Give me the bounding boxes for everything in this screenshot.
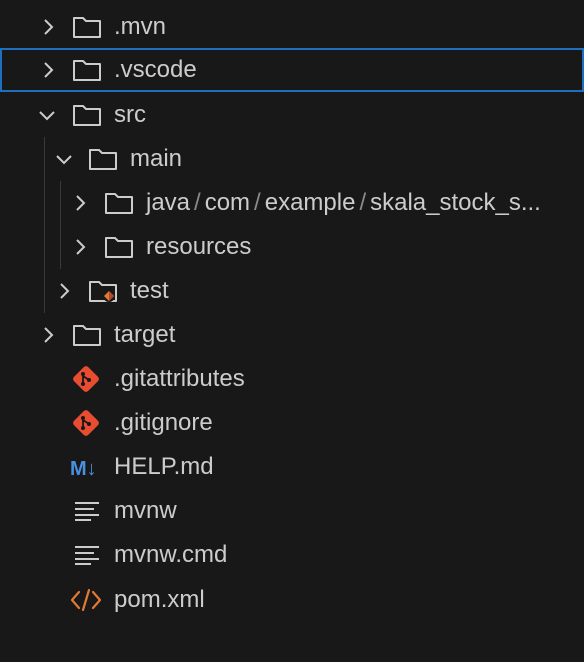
path-segment: skala_stock_s...	[370, 189, 541, 216]
folder-open-icon	[89, 149, 117, 170]
path-separator: /	[194, 189, 201, 216]
tree-item-gitignore[interactable]: .gitignore	[0, 401, 584, 445]
tree-item-mvnw[interactable]: mvnw	[0, 489, 584, 533]
tree-item-label: target	[114, 321, 176, 348]
tree-item-label: main	[130, 145, 183, 172]
chevron-right-icon[interactable]	[70, 193, 90, 213]
path-separator: /	[359, 189, 367, 216]
tree-item-label: java / com / example / skala_stock_s...	[146, 190, 541, 216]
folder-open-icon	[73, 105, 101, 126]
tree-item-src[interactable]: src	[0, 93, 584, 137]
text-file-icon	[75, 546, 99, 565]
tree-item-mvnw-cmd[interactable]: mvnw.cmd	[0, 533, 584, 577]
chevron-down-icon[interactable]	[54, 149, 74, 169]
git-icon	[73, 366, 99, 392]
path-segment: example	[264, 189, 356, 216]
tree-item-pom-xml[interactable]: pom.xml	[0, 578, 584, 622]
tree-item-target[interactable]: target	[0, 313, 584, 357]
chevron-right-icon[interactable]	[38, 17, 58, 37]
tree-item-label: .mvn	[114, 13, 167, 40]
folder-icon	[105, 193, 133, 214]
text-file-icon	[75, 502, 99, 521]
markdown-icon: M↓	[70, 458, 97, 480]
path-segment: java	[146, 189, 191, 216]
chevron-right-icon[interactable]	[38, 325, 58, 345]
tree-item-label: .gitignore	[114, 409, 213, 436]
tree-item-label: resources	[146, 233, 252, 260]
tree-item-label: pom.xml	[114, 586, 205, 613]
path-segment: com	[204, 189, 251, 216]
git-icon	[73, 410, 99, 436]
file-explorer: .mvn .vscode src main java / com / example / s…	[0, 0, 584, 662]
test-folder-icon	[89, 281, 117, 302]
chevron-down-icon[interactable]	[37, 105, 57, 125]
tree-item-label: mvnw.cmd	[114, 541, 228, 568]
tree-item-vscode[interactable]: .vscode	[0, 48, 584, 92]
folder-icon	[73, 325, 101, 346]
tree-item-label: .vscode	[114, 56, 197, 83]
folder-icon	[73, 60, 101, 81]
chevron-right-icon[interactable]	[54, 281, 74, 301]
tree-item-label: src	[114, 101, 146, 128]
tree-item-test[interactable]: test	[0, 269, 584, 313]
tree-item-label: .gitattributes	[114, 365, 245, 392]
tree-item-resources[interactable]: resources	[0, 225, 584, 269]
tree-item-main[interactable]: main	[0, 137, 584, 181]
tree-item-java-package[interactable]: java / com / example / skala_stock_s...	[0, 181, 584, 225]
tree-item-mvn[interactable]: .mvn	[0, 5, 584, 49]
tree-item-label: test	[130, 277, 169, 304]
tree-item-label: HELP.md	[114, 453, 214, 480]
tree-item-gitattributes[interactable]: .gitattributes	[0, 357, 584, 401]
tree-item-label: mvnw	[114, 497, 177, 524]
chevron-right-icon[interactable]	[38, 60, 58, 80]
folder-icon	[105, 237, 133, 258]
folder-icon	[73, 17, 101, 38]
path-separator: /	[254, 189, 261, 216]
code-icon	[70, 588, 102, 612]
chevron-right-icon[interactable]	[70, 237, 90, 257]
tree-item-help-md[interactable]: M↓ HELP.md	[0, 445, 584, 489]
